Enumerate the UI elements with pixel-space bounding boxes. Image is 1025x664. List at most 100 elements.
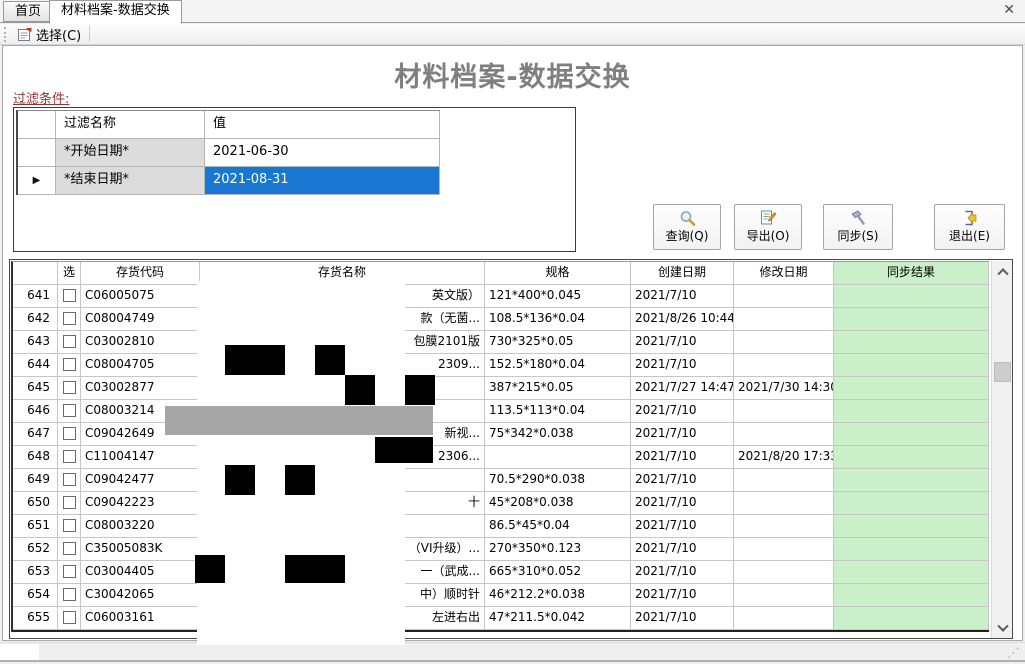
row-checkbox[interactable]	[63, 542, 76, 555]
sync-result-cell	[834, 469, 989, 492]
created-date-cell: 2021/7/10	[631, 400, 734, 423]
table-row[interactable]: 648 C11004147 2306... 2021/7/10 2021/8/2…	[13, 446, 989, 469]
exit-button[interactable]: 退出(E)	[934, 204, 1005, 250]
select-button[interactable]: 选择(C)	[12, 24, 87, 45]
row-number-cell: 652	[13, 538, 58, 561]
row-checkbox[interactable]	[63, 404, 76, 417]
created-date-cell: 2021/7/10	[631, 515, 734, 538]
table-header-row: 选 存货代码 存货名称 规格 创建日期 修改日期 同步结果	[13, 262, 989, 285]
sync-result-cell	[834, 584, 989, 607]
inventory-code-cell: C08004749	[81, 308, 200, 331]
export-button-label: 导出(O)	[747, 227, 790, 244]
row-checkbox[interactable]	[63, 519, 76, 532]
spec-cell: 113.5*113*0.04	[485, 400, 631, 423]
filter-row-header	[18, 111, 56, 139]
scroll-up-button[interactable]	[992, 261, 1013, 280]
col-inventory-code: 存货代码	[81, 262, 200, 285]
spec-cell: 45*208*0.038	[485, 492, 631, 515]
vertical-scrollbar[interactable]	[991, 261, 1012, 638]
modified-date-cell	[734, 331, 834, 354]
row-checkbox[interactable]	[63, 496, 76, 509]
redaction-block	[345, 375, 375, 405]
inventory-code-cell: C03002810	[81, 331, 200, 354]
modified-date-cell	[734, 515, 834, 538]
row-select-cell	[58, 469, 81, 492]
row-number-cell: 649	[13, 469, 58, 492]
filter-panel: 过滤名称 值 *开始日期* 2021-06-30 ▶ *结束日期* 2021-0…	[13, 107, 576, 252]
spec-cell: 121*400*0.045	[485, 285, 631, 308]
row-checkbox[interactable]	[63, 289, 76, 302]
row-checkbox[interactable]	[63, 473, 76, 486]
table-row[interactable]: 653 C03004405 一（武成... 665*310*0.052 2021…	[13, 561, 989, 584]
row-checkbox[interactable]	[63, 565, 76, 578]
table-row[interactable]: 642 C08004749 款（无菌... 108.5*136*0.04 202…	[13, 308, 989, 331]
redaction-block	[225, 345, 285, 375]
close-icon[interactable]: ✕	[1003, 2, 1015, 18]
table-row[interactable]: 649 C09042477 70.5*290*0.038 2021/7/10	[13, 469, 989, 492]
spec-cell: 70.5*290*0.038	[485, 469, 631, 492]
row-number-cell: 645	[13, 377, 58, 400]
row-checkbox[interactable]	[63, 381, 76, 394]
table-row[interactable]: 643 C03002810 包膜2101版 730*325*0.05 2021/…	[13, 331, 989, 354]
row-select-cell	[58, 400, 81, 423]
table-row[interactable]: 645 C03002877 387*215*0.05 2021/7/27 14:…	[13, 377, 989, 400]
filter-value-cell[interactable]: 2021-08-31	[205, 167, 440, 195]
row-number-cell: 650	[13, 492, 58, 515]
spec-cell: 86.5*45*0.04	[485, 515, 631, 538]
filter-grid: 过滤名称 值 *开始日期* 2021-06-30 ▶ *结束日期* 2021-0…	[16, 110, 440, 195]
row-number-cell: 651	[13, 515, 58, 538]
table-row[interactable]: 651 C08003220 86.5*45*0.04 2021/7/10	[13, 515, 989, 538]
row-checkbox[interactable]	[63, 335, 76, 348]
status-bar-panel	[0, 644, 39, 660]
scrollbar-thumb[interactable]	[994, 362, 1011, 382]
row-select-cell	[58, 308, 81, 331]
current-row-arrow: ▶	[33, 175, 41, 186]
created-date-cell: 2021/7/27 14:47	[631, 377, 734, 400]
created-date-cell: 2021/7/10	[631, 469, 734, 492]
sync-button-label: 同步(S)	[838, 227, 879, 244]
inventory-code-cell: C06005075	[81, 285, 200, 308]
table-row[interactable]: 650 C09042223 十 45*208*0.038 2021/7/10	[13, 492, 989, 515]
tab-material-data-exchange[interactable]: 材料档案-数据交换	[49, 0, 182, 24]
modified-date-cell	[734, 400, 834, 423]
export-button[interactable]: 导出(O)	[734, 204, 802, 250]
modified-date-cell	[734, 354, 834, 377]
filter-header-row: 过滤名称 值	[18, 111, 440, 139]
row-number-cell: 642	[13, 308, 58, 331]
redaction-block	[285, 555, 345, 583]
modified-date-cell	[734, 538, 834, 561]
created-date-cell: 2021/7/10	[631, 607, 734, 630]
row-checkbox[interactable]	[63, 312, 76, 325]
sync-result-cell	[834, 331, 989, 354]
modified-date-cell: 2021/8/20 17:33	[734, 446, 834, 469]
table-row[interactable]: 641 C06005075 英文版） 121*400*0.045 2021/7/…	[13, 285, 989, 308]
scroll-down-button[interactable]	[992, 619, 1013, 638]
filter-row-start-date[interactable]: *开始日期* 2021-06-30	[18, 139, 440, 167]
row-checkbox[interactable]	[63, 588, 76, 601]
row-checkbox[interactable]	[63, 427, 76, 440]
filter-value-cell[interactable]: 2021-06-30	[205, 139, 440, 167]
table-row[interactable]: 652 C35005083K （VI升级）... 270*350*0.123 2…	[13, 538, 989, 561]
table-row[interactable]: 655 C06003161 左进右出 47*211.5*0.042 2021/7…	[13, 607, 989, 630]
query-button[interactable]: 查询(Q)	[653, 204, 721, 250]
table-row[interactable]: 654 C30042065 中）顺时针 46*212.2*0.038 2021/…	[13, 584, 989, 607]
spec-cell: 46*212.2*0.038	[485, 584, 631, 607]
redaction-block	[225, 465, 255, 495]
toolbar-grip[interactable]	[4, 27, 6, 42]
row-select-cell	[58, 331, 81, 354]
table-row[interactable]: 646 C08003214 113.5*113*0.04 2021/7/10	[13, 400, 989, 423]
redaction-bar	[165, 406, 433, 435]
sync-button[interactable]: 同步(S)	[823, 204, 893, 250]
row-checkbox[interactable]	[63, 611, 76, 624]
tab-home[interactable]: 首页	[3, 1, 53, 22]
table-row[interactable]: 647 C09042649 新视... 75*342*0.038 2021/7/…	[13, 423, 989, 446]
filter-row-header: ▶	[18, 167, 56, 195]
table-row[interactable]: 644 C08004705 2309... 152.5*180*0.04 202…	[13, 354, 989, 377]
row-checkbox[interactable]	[63, 450, 76, 463]
created-date-cell: 2021/7/10	[631, 446, 734, 469]
resize-grip[interactable]: ⋰	[1007, 646, 1020, 661]
sync-result-cell	[834, 538, 989, 561]
form-select-icon	[18, 28, 32, 41]
filter-row-end-date[interactable]: ▶ *结束日期* 2021-08-31	[18, 167, 440, 195]
row-checkbox[interactable]	[63, 358, 76, 371]
